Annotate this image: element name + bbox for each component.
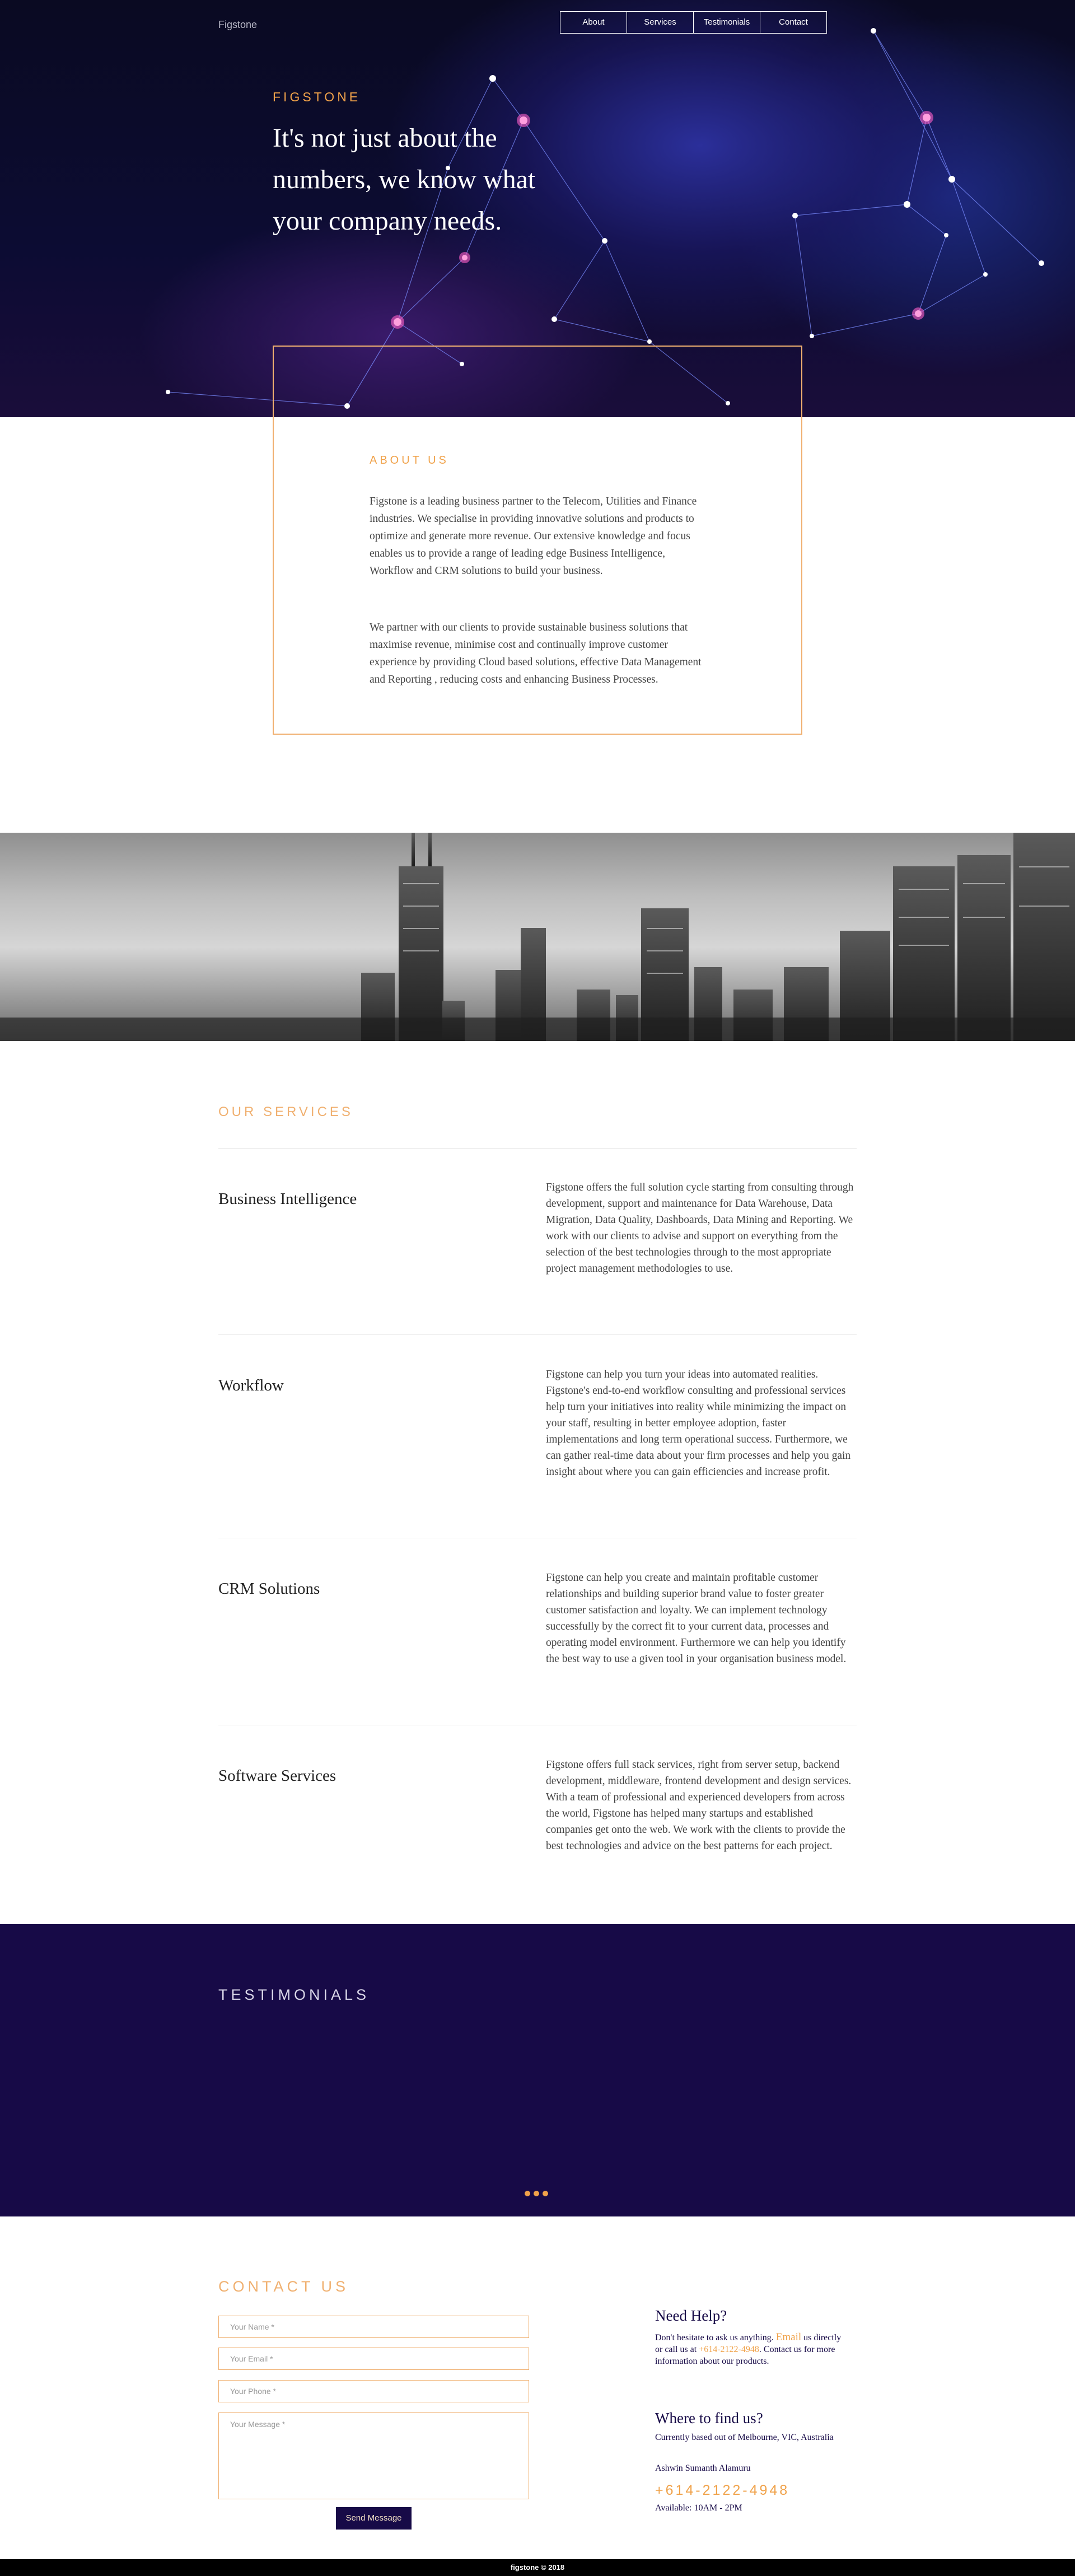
main-nav: About Services Testimonials Contact (560, 11, 827, 34)
about-heading: ABOUT US (370, 454, 449, 466)
send-message-button[interactable]: Send Message (336, 2507, 412, 2530)
service-title-workflow: Workflow (218, 1376, 284, 1394)
contact-phone[interactable]: +614-2122-4948 (655, 2482, 789, 2499)
services-heading: OUR SERVICES (218, 1104, 353, 1119)
service-title-software: Software Services (218, 1767, 336, 1785)
nav-about[interactable]: About (560, 11, 627, 34)
carousel-dot-2[interactable] (534, 2191, 539, 2196)
nav-testimonials[interactable]: Testimonials (693, 11, 760, 34)
site-logo[interactable]: Figstone (218, 19, 257, 31)
nav-services[interactable]: Services (627, 11, 694, 34)
help-text: Don't hesitate to ask us anything. Email… (655, 2331, 842, 2366)
service-divider (218, 1148, 857, 1149)
service-desc-crm: Figstone can help you create and maintai… (546, 1572, 847, 1665)
email-link[interactable]: Email (776, 2331, 801, 2343)
help-phone-inline[interactable]: +614-2122-4948 (699, 2345, 759, 2354)
contact-person: Ashwin Sumanth Alamuru (655, 2463, 751, 2473)
email-input[interactable]: Your Email * (218, 2348, 529, 2370)
service-desc-business-intelligence: Figstone offers the full solution cycle … (546, 1182, 854, 1275)
find-us-title: Where to find us? (655, 2410, 763, 2426)
help-text-intro: Don't hesitate to ask us anything. (655, 2333, 774, 2342)
service-desc-workflow: Figstone can help you turn your ideas in… (546, 1369, 851, 1478)
availability-text: Available: 10AM - 2PM (655, 2503, 742, 2513)
location-text: Currently based out of Melbourne, VIC, A… (655, 2433, 834, 2442)
name-input[interactable]: Your Name * (218, 2316, 529, 2338)
hero-title: It's not just about the numbers, we know… (273, 123, 536, 236)
testimonials-heading: TESTIMONIALS (218, 1986, 370, 2003)
about-paragraph-1: Figstone is a leading business partner t… (370, 496, 697, 577)
nav-contact[interactable]: Contact (760, 11, 827, 34)
service-desc-software: Figstone offers full stack services, rig… (546, 1759, 852, 1852)
contact-heading: CONTACT US (218, 2278, 349, 2295)
service-title-business-intelligence: Business Intelligence (218, 1190, 357, 1208)
testimonials-section (0, 1924, 1075, 2216)
footer: figstone © 2018 (0, 2559, 1075, 2576)
carousel-dot-3[interactable] (543, 2191, 548, 2196)
hero-kicker: FIGSTONE (273, 90, 361, 104)
phone-input[interactable]: Your Phone * (218, 2380, 529, 2402)
service-title-crm: CRM Solutions (218, 1580, 320, 1598)
carousel-dot-1[interactable] (525, 2191, 530, 2196)
about-paragraph-2: We partner with our clients to provide s… (370, 622, 702, 685)
service-divider (218, 1334, 857, 1335)
carousel-dots (525, 2191, 548, 2196)
message-textarea[interactable]: Your Message * (218, 2412, 529, 2499)
help-title: Need Help? (655, 2307, 727, 2324)
city-skyline-image (0, 833, 1075, 1041)
